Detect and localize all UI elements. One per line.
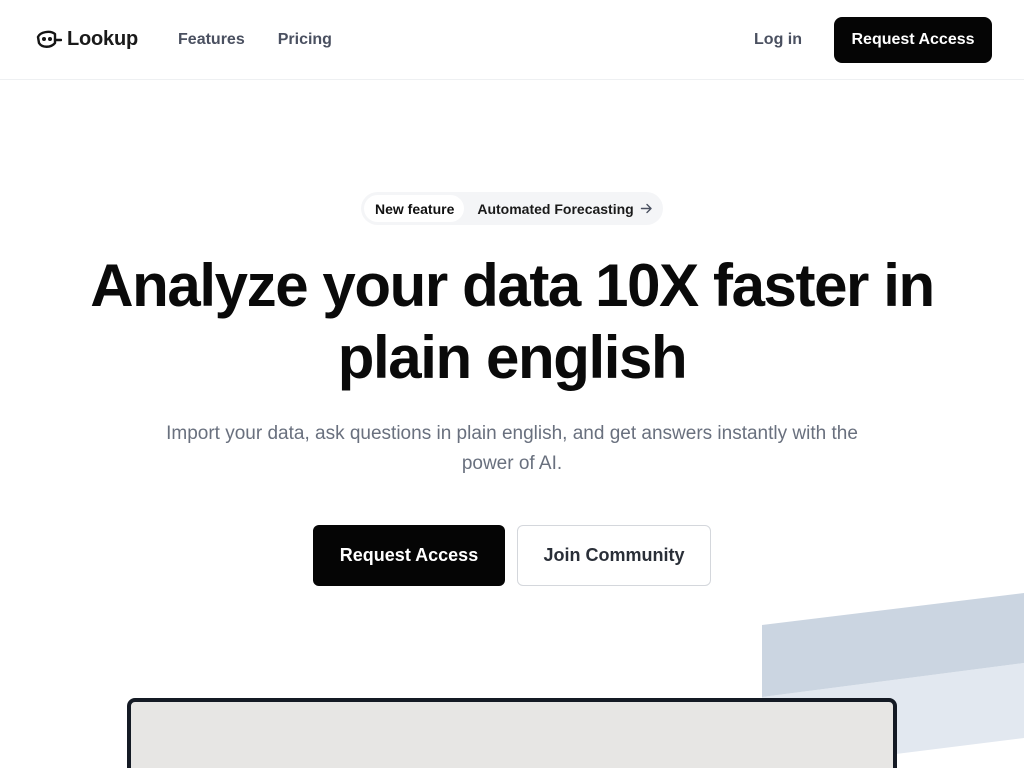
announcement-tag: New feature [364,195,465,222]
hero-subtitle: Import your data, ask questions in plain… [166,423,858,474]
arrow-right-icon [640,203,652,214]
brand-name: Lookup [67,28,139,50]
product-preview-frame [127,698,897,768]
hero-cta-row: Request Access Join Community [313,525,711,586]
hero-heading-line1: Analyze your data 10X faster in [90,252,935,319]
main-nav: Features Pricing [178,31,332,49]
nav-features-link[interactable]: Features [178,31,245,49]
landing-page: Lookup Features Pricing Log in Request A… [0,0,1024,768]
hero-request-access-button[interactable]: Request Access [313,525,505,586]
brand-eye-icon [36,30,62,48]
decor-slab-dark [762,593,1024,697]
announcement-text: Automated Forecasting [477,200,634,217]
announcement-text-wrap: Automated Forecasting [464,201,652,217]
hero-heading: Analyze your data 10X faster in plain en… [0,250,1024,394]
brand-logo[interactable]: Lookup [34,28,138,51]
header-request-access-button[interactable]: Request Access [834,16,992,63]
login-link[interactable]: Log in [754,31,802,49]
announcement-pill[interactable]: New feature Automated Forecasting [361,192,663,225]
join-community-button[interactable]: Join Community [517,525,711,586]
hero-heading-line2: plain english [337,324,688,391]
nav-pricing-link[interactable]: Pricing [278,31,332,49]
top-navbar: Lookup Features Pricing Log in Request A… [0,0,1024,80]
header-actions: Log in Request Access [754,16,992,63]
